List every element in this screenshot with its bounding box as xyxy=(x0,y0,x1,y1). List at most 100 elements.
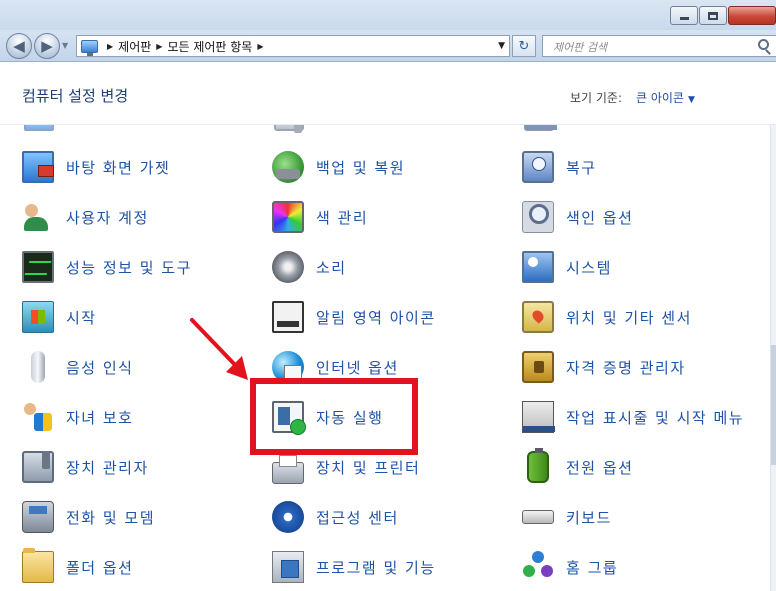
maximize-button[interactable] xyxy=(699,6,727,25)
power-options-icon xyxy=(527,448,549,483)
breadcrumb-control-panel[interactable]: 제어판 xyxy=(118,38,151,55)
speech-recognition-icon xyxy=(31,351,45,383)
location-sensors-icon xyxy=(522,301,554,333)
search-input[interactable] xyxy=(543,37,743,58)
cp-item-internet-options[interactable]: 인터넷 옵션 xyxy=(272,349,399,385)
cp-item-homegroup[interactable]: 홈 그룹 xyxy=(522,549,618,585)
cp-item-label: 인터넷 옵션 xyxy=(316,358,399,377)
cp-item-notification-area[interactable]: 알림 영역 아이콘 xyxy=(272,299,436,335)
sound-icon xyxy=(272,251,304,283)
address-path[interactable]: ▶ 제어판 ▶ 모든 제어판 항목 ▶ ▼ xyxy=(76,35,510,57)
cp-item-phone-modem[interactable]: 전화 및 모뎀 xyxy=(22,499,155,535)
cp-item-label: 위치 및 기타 센서 xyxy=(566,308,692,327)
cp-item-device-manager[interactable]: 장치 관리자 xyxy=(22,449,149,485)
forward-arrow-icon: ▶ xyxy=(41,36,53,55)
cp-item-label: 폴더 옵션 xyxy=(66,558,134,577)
cp-item-performance[interactable]: 성능 정보 및 도구 xyxy=(22,249,192,285)
cp-item-label: 색인 옵션 xyxy=(566,208,634,227)
color-management-icon xyxy=(272,201,304,233)
backup-restore-icon xyxy=(272,151,304,183)
partial-item-icon xyxy=(524,125,557,131)
phone-modem-icon xyxy=(22,501,54,533)
internet-options-icon xyxy=(272,351,304,383)
refresh-icon: ↻ xyxy=(518,38,530,54)
autoplay-icon xyxy=(272,401,306,435)
scrollbar-thumb[interactable] xyxy=(771,345,776,465)
cp-item-label: 시작 xyxy=(66,308,97,327)
chevron-down-icon[interactable]: ▼ xyxy=(498,41,505,51)
control-panel-icon xyxy=(81,39,98,56)
cp-item-label: 백업 및 복원 xyxy=(316,158,406,177)
cp-item-autoplay[interactable]: 자동 실행 xyxy=(272,399,383,435)
back-button[interactable]: ◀ xyxy=(6,33,32,59)
cp-item-label: 색 관리 xyxy=(316,208,369,227)
cp-item-keyboard[interactable]: 키보드 xyxy=(522,499,612,535)
cp-item-label: 자녀 보호 xyxy=(66,408,134,427)
cp-item-programs-features[interactable]: 프로그램 및 기능 xyxy=(272,549,436,585)
ease-of-access-icon xyxy=(272,501,304,533)
cp-item-recovery[interactable]: 복구 xyxy=(522,149,597,185)
cp-item-label: 자동 실행 xyxy=(316,408,384,427)
cp-item-credential-manager[interactable]: 자격 증명 관리자 xyxy=(522,349,686,385)
cp-item-sound[interactable]: 소리 xyxy=(272,249,347,285)
refresh-button[interactable]: ↻ xyxy=(512,35,536,57)
search-box[interactable] xyxy=(542,35,776,58)
content-header: 컴퓨터 설정 변경 보기 기준: 큰 아이콘 ▼ xyxy=(0,63,776,125)
cp-item-label: 바탕 화면 가젯 xyxy=(66,158,171,177)
recent-pages-dropdown[interactable]: ▼ xyxy=(62,42,70,50)
cp-item-color-management[interactable]: 색 관리 xyxy=(272,199,368,235)
getting-started-icon xyxy=(22,301,54,333)
cp-item-folder-options[interactable]: 폴더 옵션 xyxy=(22,548,134,585)
indexing-options-icon xyxy=(522,201,554,233)
homegroup-icon xyxy=(522,551,554,583)
performance-icon xyxy=(22,251,54,283)
breadcrumb-all-items[interactable]: 모든 제어판 항목 xyxy=(167,38,252,55)
credential-manager-icon xyxy=(522,351,554,383)
cp-item-power-options[interactable]: 전원 옵션 xyxy=(522,448,634,485)
title-bar xyxy=(0,0,776,30)
cp-item-backup-restore[interactable]: 백업 및 복원 xyxy=(272,149,405,185)
chevron-right-icon[interactable]: ▶ xyxy=(107,42,113,51)
cp-item-label: 음성 인식 xyxy=(66,358,134,377)
back-arrow-icon: ◀ xyxy=(13,36,25,55)
cp-item-label: 접근성 센터 xyxy=(316,508,399,527)
address-bar: ◀ ▶ ▼ ▶ 제어판 ▶ 모든 제어판 항목 ▶ ▼ ↻ xyxy=(0,30,776,62)
cp-item-label: 장치 관리자 xyxy=(66,458,149,477)
cp-item-speech-recognition[interactable]: 음성 인식 xyxy=(22,349,133,385)
cp-item-ease-of-access[interactable]: 접근성 센터 xyxy=(272,499,399,535)
search-icon[interactable] xyxy=(758,39,769,50)
vertical-scrollbar[interactable] xyxy=(770,125,776,591)
partial-item-icon xyxy=(274,125,304,133)
close-button[interactable] xyxy=(728,6,776,25)
cp-item-label: 사용자 계정 xyxy=(66,208,149,227)
parental-controls-icon xyxy=(22,401,54,433)
cp-item-devices-printers[interactable]: 장치 및 프린터 xyxy=(272,449,420,485)
cp-item-indexing-options[interactable]: 색인 옵션 xyxy=(522,199,633,235)
cp-item-label: 전화 및 모뎀 xyxy=(66,508,156,527)
cp-item-desktop-gadgets[interactable]: 바탕 화면 가젯 xyxy=(22,149,170,185)
chevron-right-icon[interactable]: ▶ xyxy=(156,42,162,51)
cp-item-label: 소리 xyxy=(316,258,347,277)
devices-printers-icon xyxy=(272,455,304,484)
cp-item-system[interactable]: 시스템 xyxy=(522,249,612,285)
view-by-value: 큰 아이콘 xyxy=(636,91,684,105)
system-icon xyxy=(522,251,554,283)
forward-button[interactable]: ▶ xyxy=(34,33,60,59)
cp-item-getting-started[interactable]: 시작 xyxy=(22,299,97,335)
chevron-right-icon[interactable]: ▶ xyxy=(257,42,263,51)
cp-item-parental-controls[interactable]: 자녀 보호 xyxy=(22,399,133,435)
cp-item-label: 작업 표시줄 및 시작 메뉴 xyxy=(566,408,745,427)
view-by-label: 보기 기준: xyxy=(570,91,623,105)
cp-item-location-sensors[interactable]: 위치 및 기타 센서 xyxy=(522,299,692,335)
cp-item-label: 프로그램 및 기능 xyxy=(316,558,436,577)
cp-item-user-accounts[interactable]: 사용자 계정 xyxy=(22,199,149,235)
recovery-icon xyxy=(522,151,554,183)
cp-item-label: 전원 옵션 xyxy=(566,458,634,477)
maximize-icon xyxy=(708,11,718,20)
device-manager-icon xyxy=(22,451,54,483)
cp-item-label: 자격 증명 관리자 xyxy=(566,358,686,377)
view-by-dropdown[interactable]: 큰 아이콘 ▼ xyxy=(636,89,695,106)
minimize-button[interactable] xyxy=(670,6,698,25)
chevron-down-icon: ▼ xyxy=(687,95,695,105)
cp-item-taskbar-start-menu[interactable]: 작업 표시줄 및 시작 메뉴 xyxy=(522,399,744,435)
